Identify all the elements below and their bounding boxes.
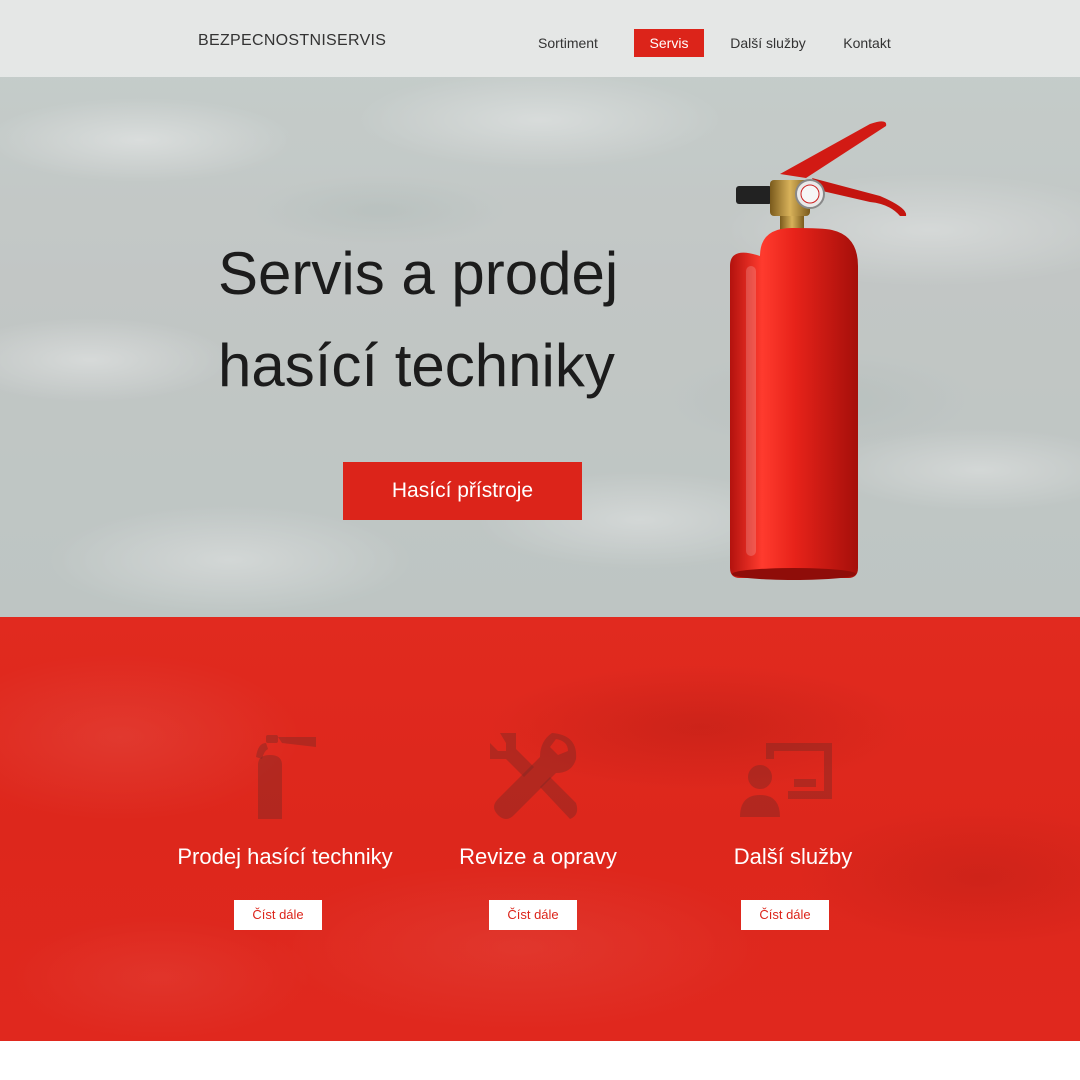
footer-strip: [0, 1041, 1080, 1080]
nav-item-kontakt[interactable]: Kontakt: [836, 29, 898, 57]
hero-title-line-1: Servis a prodej: [218, 240, 619, 307]
presenter-icon: [740, 743, 832, 817]
fire-extinguisher-icon: [256, 735, 316, 819]
navbar: BEZPECNOSTNISERVIS Sortiment Servis Dalš…: [0, 0, 1080, 77]
service-title-sales: Prodej hasící techniky: [177, 844, 393, 869]
fire-extinguishers-button[interactable]: Hasící přístroje: [343, 462, 582, 520]
services-section: Prodej hasící techniky Číst dále Revize …: [0, 617, 1080, 1041]
service-title-other: Další služby: [733, 844, 853, 869]
site-logo[interactable]: BEZPECNOSTNISERVIS: [198, 32, 386, 50]
read-more-button-other[interactable]: Číst dále: [741, 900, 829, 930]
nav-item-dalsi-sluzby[interactable]: Další služby: [726, 29, 810, 57]
service-title-revisions: Revize a opravy: [459, 844, 617, 869]
fire-extinguisher-image: [730, 121, 907, 580]
read-more-button-revisions[interactable]: Číst dále: [489, 900, 577, 930]
hero-title-line-2: hasící techniky: [218, 332, 615, 399]
read-more-button-sales[interactable]: Číst dále: [234, 900, 322, 930]
hero-title: Servis a prodej hasící techniky: [218, 228, 718, 412]
tools-icon: [490, 733, 578, 819]
hero-section: Servis a prodej hasící techniky Hasící p…: [0, 0, 1080, 617]
nav-item-sortiment[interactable]: Sortiment: [530, 29, 606, 57]
nav-item-servis[interactable]: Servis: [634, 29, 704, 57]
